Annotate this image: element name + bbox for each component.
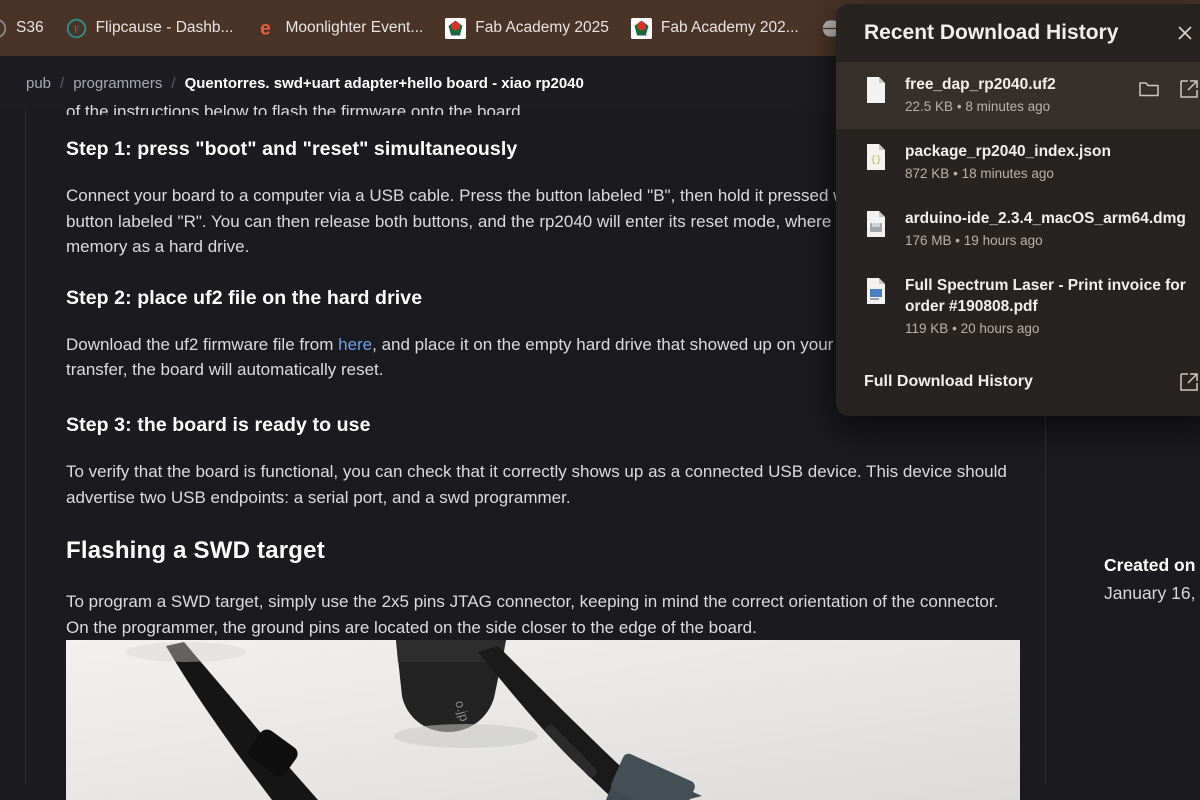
download-item-body-2: arduino-ide_2.3.4_macOS_arm64.dmg 176 MB… (905, 208, 1200, 251)
download-item-name-1: package_rp2040_index.json (905, 143, 1111, 160)
download-item-0[interactable]: free_dap_rp2040.uf2 22.5 KB • 8 minutes … (836, 62, 1200, 129)
browser-tab-4[interactable]: Fab Academy 202... (621, 8, 811, 48)
file-dmg-icon (864, 208, 890, 243)
download-item-2[interactable]: arduino-ide_2.3.4_macOS_arm64.dmg 176 MB… (836, 196, 1200, 263)
download-item-time-1: 18 minutes ago (961, 166, 1054, 181)
created-on-value: January 16, (1104, 583, 1196, 603)
flipcause-icon: F (66, 18, 86, 38)
file-json-icon: {} (864, 141, 890, 176)
browser-tab-3[interactable]: Fab Academy 2025 (435, 8, 621, 48)
download-item-actions-0 (1138, 74, 1200, 100)
download-item-time-0: 8 minutes ago (965, 99, 1051, 114)
download-popup-header: Recent Download History (836, 4, 1200, 62)
page-meta-column: Created on January 16, (1104, 551, 1200, 607)
download-item-1[interactable]: {} package_rp2040_index.json 872 KB • 18… (836, 129, 1200, 196)
flashing-swd-heading: Flashing a SWD target (66, 537, 325, 565)
download-item-time-2: 19 hours ago (963, 233, 1043, 248)
open-external-icon[interactable] (1178, 78, 1200, 100)
browser-tab-label-3: Fab Academy 2025 (475, 19, 609, 36)
download-item-time-3: 20 hours ago (960, 321, 1040, 336)
download-item-body-0: free_dap_rp2040.uf2 22.5 KB • 8 minutes … (905, 74, 1123, 117)
download-popup-title: Recent Download History (864, 21, 1119, 44)
browser-tab-label-1: Flipcause - Dashb... (95, 19, 234, 36)
step-3-heading: Step 3: the board is ready to use (66, 413, 371, 436)
download-history-popup[interactable]: Recent Download History free_dap_rp2040.… (836, 4, 1200, 416)
full-download-history-label: Full Download History (864, 373, 1033, 390)
browser-tab-label-4: Fab Academy 202... (660, 19, 799, 36)
moonlighter-e-icon: e (261, 18, 272, 38)
download-item-size-3: 119 KB (905, 321, 949, 336)
here-link[interactable]: here (338, 335, 372, 354)
download-item-3[interactable]: Full Spectrum Laser - Print invoice for … (836, 263, 1200, 351)
download-item-separator-1: • (953, 166, 958, 181)
board-photo: o.jp (66, 640, 1020, 800)
browser-tab-1[interactable]: F Flipcause - Dashb... (56, 8, 246, 48)
svg-text:e: e (261, 18, 272, 38)
fabacademy-icon (630, 17, 652, 39)
breadcrumb-item-current: Quentorres. swd+uart adapter+hello board… (184, 75, 584, 92)
browser-tab-2[interactable]: e Moonlighter Event... (245, 8, 435, 48)
step-2-text-before: Download the uf2 firmware file from (66, 334, 339, 354)
browser-tab-label-2: Moonlighter Event... (285, 19, 424, 36)
generic-page-icon (0, 19, 7, 37)
download-item-size-0: 22.5 KB (905, 99, 954, 114)
svg-text:{}: {} (871, 155, 882, 165)
file-blank-icon (864, 74, 890, 109)
download-item-meta-3: 119 KB • 20 hours ago (905, 318, 1200, 339)
content-rail-left (25, 111, 26, 784)
close-icon[interactable] (1170, 18, 1200, 48)
browser-tab-0[interactable]: S36 (0, 8, 56, 48)
breadcrumb-separator: / (171, 75, 176, 92)
created-on-label: Created on (1104, 555, 1196, 575)
download-item-size-1: 872 KB (905, 166, 950, 181)
download-item-size-2: 176 MB (905, 233, 952, 248)
download-item-separator-3: • (952, 321, 957, 336)
open-external-icon[interactable] (1178, 371, 1200, 393)
fabacademy-icon (445, 17, 467, 39)
flashing-swd-paragraph: To program a SWD target, simply use the … (66, 592, 999, 637)
download-item-name-2: arduino-ide_2.3.4_macOS_arm64.dmg (905, 210, 1186, 227)
svg-text:F: F (73, 24, 78, 35)
download-item-body-3: Full Spectrum Laser - Print invoice for … (905, 275, 1200, 339)
breadcrumb-item-pub[interactable]: pub (26, 75, 51, 92)
download-item-meta-1: 872 KB • 18 minutes ago (905, 163, 1200, 184)
download-item-name-3: Full Spectrum Laser - Print invoice for … (905, 277, 1186, 315)
download-item-meta-0: 22.5 KB • 8 minutes ago (905, 96, 1123, 117)
show-in-folder-icon[interactable] (1138, 78, 1160, 100)
breadcrumb: pub / programmers / Quentorres. swd+uart… (26, 75, 584, 92)
download-item-separator-2: • (955, 233, 961, 248)
browser-tab-label-0: S36 (16, 19, 44, 36)
download-item-meta-2: 176 MB • 19 hours ago (905, 230, 1200, 251)
step-3-paragraph: To verify that the board is functional, … (66, 461, 1007, 507)
download-item-separator-0: • (956, 99, 962, 114)
file-pdf-icon (864, 275, 890, 310)
breadcrumb-separator: / (60, 75, 65, 92)
download-item-body-1: package_rp2040_index.json 872 KB • 18 mi… (905, 141, 1200, 184)
download-item-name-0: free_dap_rp2040.uf2 (905, 76, 1056, 93)
breadcrumb-item-programmers[interactable]: programmers (73, 75, 162, 92)
full-download-history-row[interactable]: Full Download History (836, 357, 1200, 407)
